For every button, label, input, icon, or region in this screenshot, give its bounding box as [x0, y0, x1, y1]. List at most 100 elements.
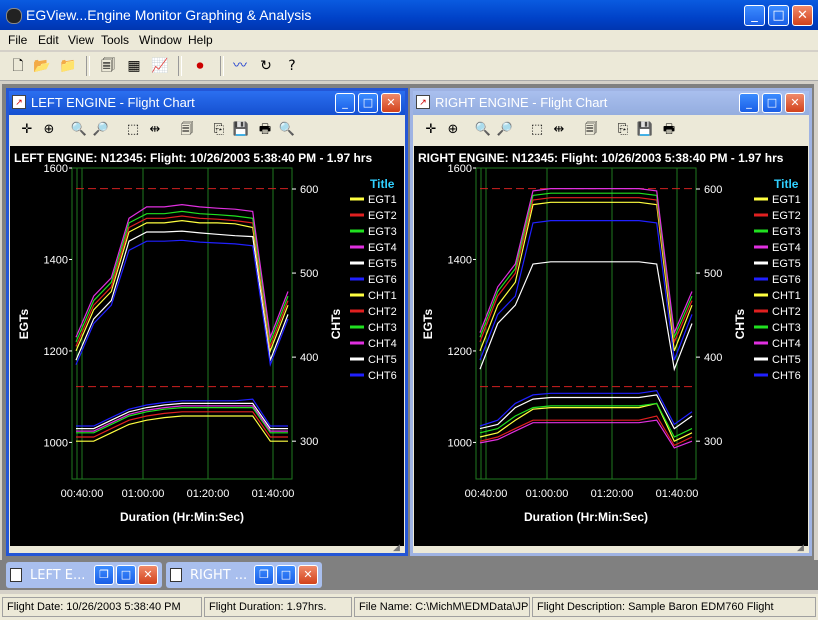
- minimize-button[interactable]: _: [744, 5, 765, 26]
- save-icon[interactable]: 💾: [635, 120, 655, 140]
- print-icon[interactable]: 🖶: [659, 120, 679, 140]
- main-toolbar: 🗋 📂 📁 🗐 ▦ 📈 ⏺ 〰 ↻ ?: [0, 52, 818, 81]
- restore-icon[interactable]: ❐: [254, 565, 274, 585]
- document-icon: [170, 568, 182, 582]
- series-line-egt4: [479, 187, 693, 335]
- maximize-icon[interactable]: □: [276, 565, 296, 585]
- x-tick-label: 01:20:00: [187, 488, 230, 500]
- left-maximize-button[interactable]: □: [358, 93, 378, 113]
- y2-tick-label: 600: [300, 184, 318, 196]
- copy-icon[interactable]: ⎘: [209, 120, 229, 140]
- series-line-cht2: [479, 415, 693, 447]
- save-icon[interactable]: 💾: [231, 120, 251, 140]
- right-close-button[interactable]: ✕: [785, 93, 805, 113]
- app-logo-icon: [6, 8, 22, 24]
- right-minimize-button[interactable]: _: [739, 93, 759, 113]
- legend-label-cht3: CHT3: [368, 322, 397, 334]
- series-line-egt6: [479, 219, 693, 361]
- left-engine-minimized-tab[interactable]: LEFT E... ❐ □ ✕: [6, 562, 162, 588]
- restore-icon[interactable]: ❐: [94, 565, 114, 585]
- x-tick-label: 01:40:00: [252, 488, 295, 500]
- new-file-icon[interactable]: 🗋: [8, 56, 28, 76]
- document-icon: [10, 568, 22, 582]
- legend-label-egt2: EGT2: [368, 210, 397, 222]
- graph-line-icon[interactable]: 〰: [230, 56, 250, 76]
- y2-tick-label: 500: [704, 268, 722, 280]
- status-file-name: File Name: C:\MichM\EDMData\JPI Tv: [354, 597, 530, 617]
- resize-grip-icon[interactable]: ◢: [797, 543, 809, 553]
- zoom-in-icon[interactable]: 🔎: [91, 120, 111, 140]
- properties-icon[interactable]: 🗐: [98, 56, 118, 76]
- right-maximize-button[interactable]: □: [762, 93, 782, 113]
- menu-view[interactable]: View: [68, 33, 94, 47]
- legend-label-cht1: CHT1: [368, 290, 397, 302]
- properties-icon[interactable]: 🗐: [177, 120, 197, 140]
- legend-label-cht5: CHT5: [368, 354, 397, 366]
- toolbar-separator: [86, 56, 90, 76]
- app-title: EGView...Engine Monitor Graphing & Analy…: [26, 7, 312, 23]
- plot-frame: [475, 167, 697, 480]
- legend-label-cht4: CHT4: [368, 338, 397, 350]
- maximize-icon[interactable]: □: [116, 565, 136, 585]
- help-icon[interactable]: ?: [282, 56, 302, 76]
- menu-window[interactable]: Window: [139, 33, 182, 47]
- right-tab-label: RIGHT ...: [190, 568, 248, 583]
- left-minimize-button[interactable]: _: [335, 93, 355, 113]
- legend-label-egt5: EGT5: [368, 258, 397, 270]
- left-close-button[interactable]: ✕: [381, 93, 401, 113]
- properties-icon[interactable]: 🗐: [581, 120, 601, 140]
- zoom-out-icon[interactable]: 🔍: [69, 120, 89, 140]
- maximize-button[interactable]: □: [768, 5, 789, 26]
- select-box-icon[interactable]: ⬚: [527, 120, 547, 140]
- legend-label-egt6: EGT6: [772, 274, 801, 286]
- x-tick-label: 01:40:00: [656, 488, 699, 500]
- menu-bar: File Edit View Tools Window Help: [0, 30, 818, 50]
- open-recent-icon[interactable]: 📁: [58, 56, 78, 76]
- copy-icon[interactable]: ⎘: [613, 120, 633, 140]
- left-tab-label: LEFT E...: [30, 568, 86, 583]
- close-button[interactable]: ✕: [792, 5, 813, 26]
- right-flight-chart: RIGHT ENGINE: N12345: Flight: 10/26/2003…: [418, 151, 801, 524]
- zoom-pan-icon[interactable]: ⊕: [39, 120, 59, 140]
- x-tick-label: 00:40:00: [61, 488, 104, 500]
- legend-label-egt3: EGT3: [368, 226, 397, 238]
- legend-label-cht2: CHT2: [368, 306, 397, 318]
- legend-title: Title: [774, 177, 799, 191]
- zoom-in-icon[interactable]: 🔎: [495, 120, 515, 140]
- chart-window-icon: ↗: [416, 95, 430, 109]
- split-icon[interactable]: ⇹: [145, 120, 165, 140]
- open-folder-icon[interactable]: 📂: [32, 56, 52, 76]
- menu-edit[interactable]: Edit: [38, 33, 59, 47]
- y-tick-label: 1000: [44, 437, 68, 449]
- close-icon[interactable]: ✕: [298, 565, 318, 585]
- y-tick-label: 1000: [448, 437, 472, 449]
- select-box-icon[interactable]: ⬚: [123, 120, 143, 140]
- chart-icon[interactable]: 📈: [150, 56, 170, 76]
- refresh-icon[interactable]: ↻: [256, 56, 276, 76]
- right-engine-minimized-tab[interactable]: RIGHT ... ❐ □ ✕: [166, 562, 322, 588]
- y-tick-label: 1400: [448, 254, 472, 266]
- menu-file[interactable]: File: [8, 33, 27, 47]
- zoom-pan-icon[interactable]: ⊕: [443, 120, 463, 140]
- series-line-cht4: [479, 419, 693, 449]
- chart-title: RIGHT ENGINE: N12345: Flight: 10/26/2003…: [418, 151, 784, 165]
- table-icon[interactable]: ▦: [124, 56, 144, 76]
- menu-help[interactable]: Help: [188, 33, 213, 47]
- right-chart-area: RIGHT ENGINE: N12345: Flight: 10/26/2003…: [414, 146, 808, 546]
- close-icon[interactable]: ✕: [138, 565, 158, 585]
- resize-grip-icon[interactable]: ◢: [393, 543, 405, 553]
- y2-tick-label: 400: [704, 352, 722, 364]
- split-icon[interactable]: ⇹: [549, 120, 569, 140]
- record-icon[interactable]: ⏺: [190, 56, 210, 76]
- legend-label-egt4: EGT4: [368, 242, 397, 254]
- pan-icon[interactable]: ✛: [17, 120, 37, 140]
- legend-label-egt1: EGT1: [772, 194, 801, 206]
- pan-icon[interactable]: ✛: [421, 120, 441, 140]
- legend-label-egt3: EGT3: [772, 226, 801, 238]
- print-icon[interactable]: 🖶: [255, 120, 275, 140]
- menu-tools[interactable]: Tools: [101, 33, 129, 47]
- x-tick-label: 01:20:00: [591, 488, 634, 500]
- print-preview-icon[interactable]: 🔍: [277, 120, 297, 140]
- zoom-out-icon[interactable]: 🔍: [473, 120, 493, 140]
- legend-label-cht2: CHT2: [772, 306, 801, 318]
